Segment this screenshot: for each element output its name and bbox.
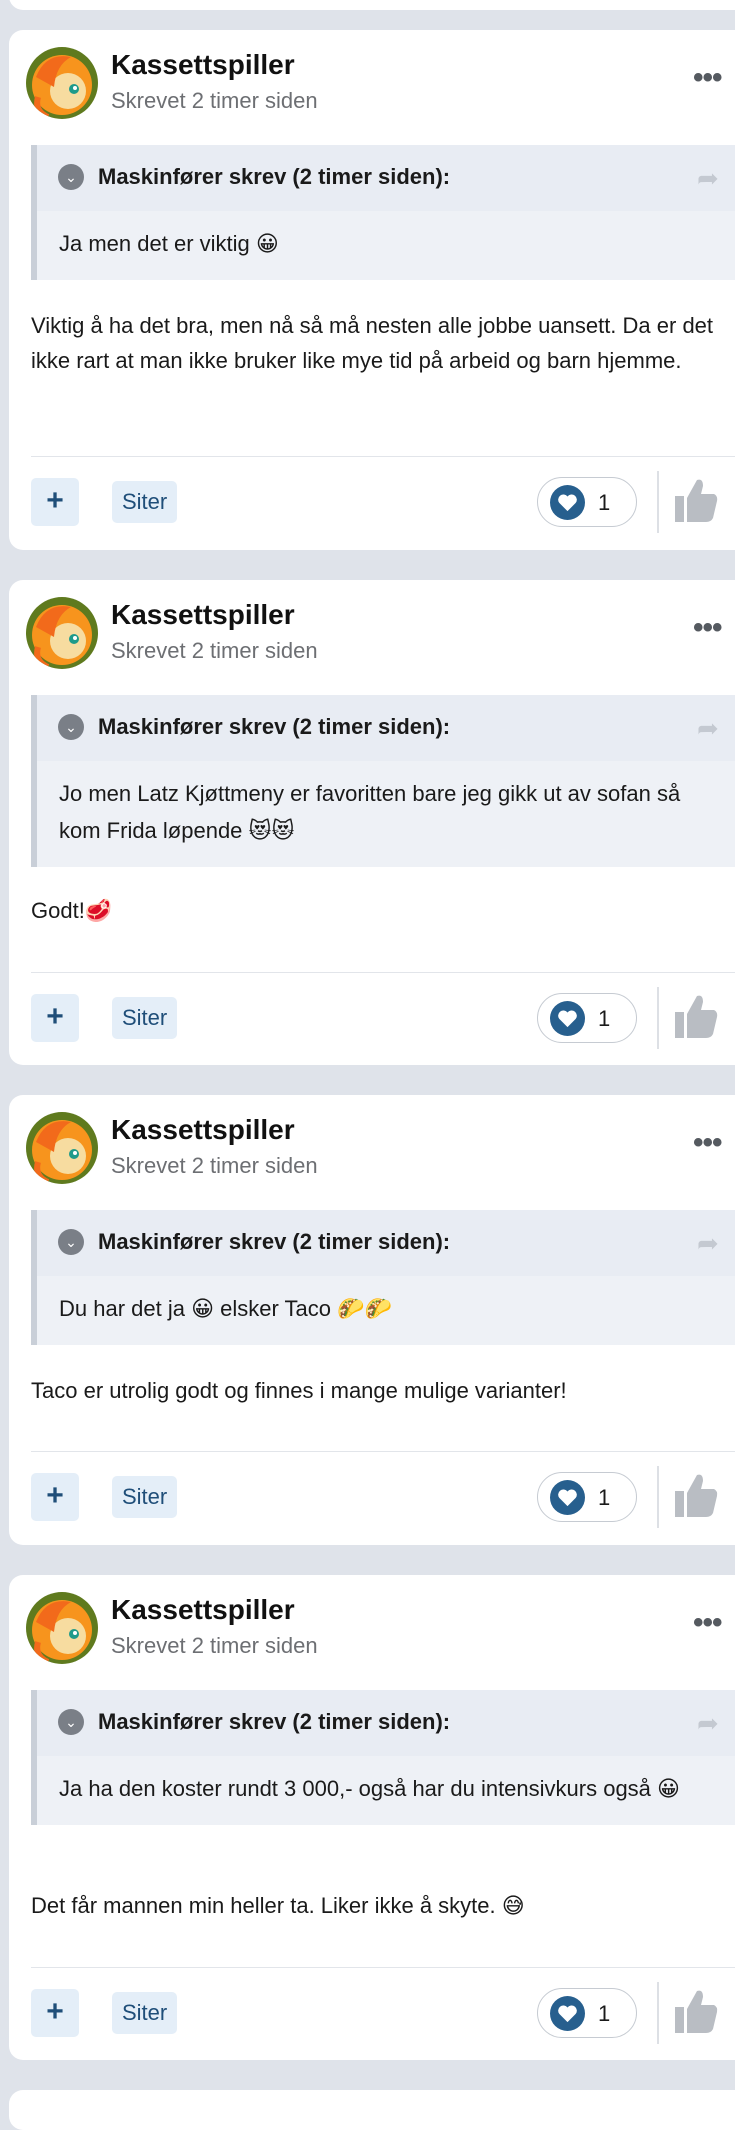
- quote-author: Maskinfører skrev (2 timer siden):: [98, 1229, 451, 1254]
- author-name[interactable]: Kassettspiller: [111, 49, 295, 81]
- quote-header: ⌄ Maskinfører skrev (2 timer siden): ➦: [37, 145, 735, 211]
- divider: [657, 1466, 659, 1528]
- chevron-down-icon[interactable]: ⌄: [58, 1229, 84, 1255]
- quote-button[interactable]: Siter: [112, 481, 178, 523]
- plus-icon[interactable]: +: [31, 1989, 79, 2037]
- avatar[interactable]: [26, 1592, 98, 1664]
- plus-icon[interactable]: +: [31, 1473, 79, 1521]
- reaction-button[interactable]: 1: [537, 1472, 637, 1522]
- quote-block: ⌄ Maskinfører skrev (2 timer siden): ➦ J…: [31, 1690, 735, 1825]
- share-arrow-icon[interactable]: ➦: [697, 163, 719, 194]
- quote-text: Ja men det er viktig 😀: [59, 231, 279, 256]
- author-name[interactable]: Kassettspiller: [111, 599, 295, 631]
- thumbs-up-icon[interactable]: [673, 992, 719, 1040]
- quote-author: Maskinfører skrev (2 timer siden):: [98, 1709, 451, 1734]
- post-text: Viktig å ha det bra, men nå så må nesten…: [31, 313, 714, 373]
- quote-author: Maskinfører skrev (2 timer siden):: [98, 164, 451, 189]
- quote-text: Du har det ja 😀 elsker Taco 🌮🌮: [59, 1296, 392, 1321]
- divider: [31, 456, 735, 457]
- more-options-icon[interactable]: •••: [693, 1128, 722, 1158]
- author-name[interactable]: Kassettspiller: [111, 1594, 295, 1626]
- avatar[interactable]: [26, 597, 98, 669]
- more-options-icon[interactable]: •••: [693, 63, 722, 93]
- reaction-button[interactable]: 1: [537, 477, 637, 527]
- divider: [31, 972, 735, 973]
- share-arrow-icon[interactable]: ➦: [697, 713, 719, 744]
- reaction-count: 1: [598, 490, 611, 515]
- post-card: Kassettspiller Skrevet 2 timer siden •••…: [9, 1095, 735, 1545]
- reaction-button[interactable]: 1: [537, 1988, 637, 2038]
- quote-header: ⌄ Maskinfører skrev (2 timer siden): ➦: [37, 1210, 735, 1276]
- post-timestamp: Skrevet 2 timer siden: [111, 1633, 318, 1658]
- post-text: Taco er utrolig godt og finnes i mange m…: [31, 1378, 567, 1403]
- thumbs-up-icon[interactable]: [673, 476, 719, 524]
- more-options-icon[interactable]: •••: [693, 1608, 722, 1638]
- reaction-button[interactable]: 1: [537, 993, 637, 1043]
- divider: [31, 1451, 735, 1452]
- share-arrow-icon[interactable]: ➦: [697, 1708, 719, 1739]
- avatar[interactable]: [26, 1112, 98, 1184]
- plus-icon[interactable]: +: [31, 478, 79, 526]
- quote-block: ⌄ Maskinfører skrev (2 timer siden): ➦ J…: [31, 695, 735, 867]
- quote-text: Jo men Latz Kjøttmeny er favoritten bare…: [59, 781, 681, 843]
- post-timestamp: Skrevet 2 timer siden: [111, 638, 318, 663]
- quote-author: Maskinfører skrev (2 timer siden):: [98, 714, 451, 739]
- divider: [31, 1967, 735, 1968]
- post-timestamp: Skrevet 2 timer siden: [111, 1153, 318, 1178]
- reaction-count: 1: [598, 1485, 611, 1510]
- post-card: Kassettspiller Skrevet 2 timer siden •••…: [9, 30, 735, 550]
- author-name[interactable]: Kassettspiller: [111, 1114, 295, 1146]
- post-card-partial-bottom: [9, 2090, 735, 2130]
- reaction-count: 1: [598, 1006, 611, 1031]
- share-arrow-icon[interactable]: ➦: [697, 1228, 719, 1259]
- post-card-partial-top: [9, 0, 735, 10]
- divider: [657, 471, 659, 533]
- chevron-down-icon[interactable]: ⌄: [58, 714, 84, 740]
- post-text: Godt!🥩: [31, 898, 113, 923]
- plus-icon[interactable]: +: [31, 994, 79, 1042]
- quote-block: ⌄ Maskinfører skrev (2 timer siden): ➦ J…: [31, 145, 735, 280]
- chevron-down-icon[interactable]: ⌄: [58, 1709, 84, 1735]
- quote-button[interactable]: Siter: [112, 1476, 178, 1518]
- thumbs-up-icon[interactable]: [673, 1987, 719, 2035]
- heart-icon: [550, 485, 585, 520]
- heart-icon: [550, 1996, 585, 2031]
- quote-button[interactable]: Siter: [112, 1992, 178, 2034]
- avatar[interactable]: [26, 47, 98, 119]
- thumbs-up-icon[interactable]: [673, 1471, 719, 1519]
- post-card: Kassettspiller Skrevet 2 timer siden •••…: [9, 1575, 735, 2060]
- quote-button[interactable]: Siter: [112, 997, 178, 1039]
- post-text: Det får mannen min heller ta. Liker ikke…: [31, 1893, 525, 1918]
- quote-header: ⌄ Maskinfører skrev (2 timer siden): ➦: [37, 1690, 735, 1756]
- post-card: Kassettspiller Skrevet 2 timer siden •••…: [9, 580, 735, 1065]
- more-options-icon[interactable]: •••: [693, 613, 722, 643]
- chevron-down-icon[interactable]: ⌄: [58, 164, 84, 190]
- divider: [657, 1982, 659, 2044]
- reaction-count: 1: [598, 2001, 611, 2026]
- heart-icon: [550, 1480, 585, 1515]
- quote-block: ⌄ Maskinfører skrev (2 timer siden): ➦ D…: [31, 1210, 735, 1345]
- post-timestamp: Skrevet 2 timer siden: [111, 88, 318, 113]
- quote-text: Ja ha den koster rundt 3 000,- også har …: [59, 1776, 680, 1801]
- heart-icon: [550, 1001, 585, 1036]
- quote-header: ⌄ Maskinfører skrev (2 timer siden): ➦: [37, 695, 735, 761]
- divider: [657, 987, 659, 1049]
